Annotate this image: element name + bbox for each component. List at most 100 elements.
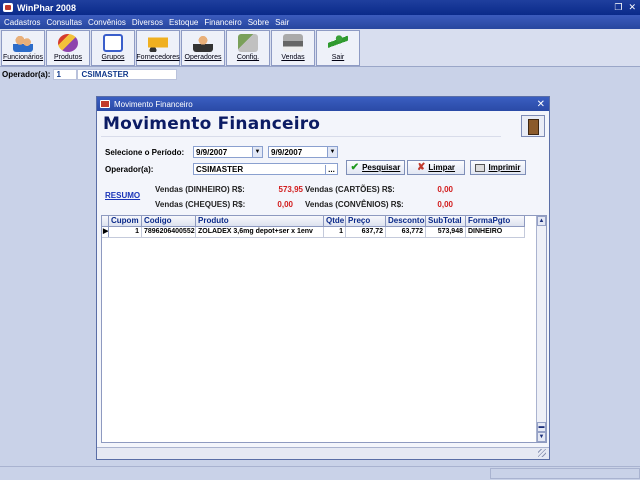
truck-icon [148, 34, 168, 52]
status-panel [490, 468, 640, 479]
search-button-label: Pesquisar [362, 163, 401, 172]
toolbar-fornecedores-button[interactable]: Fornecedores [136, 30, 180, 66]
resumo-link[interactable]: RESUMO [105, 191, 140, 200]
scroll-up-icon[interactable]: ▲ [537, 216, 546, 226]
operator-field[interactable]: CSIMASTER ... [193, 163, 338, 175]
col-codigo[interactable]: Codigo [142, 216, 196, 226]
page-title: Movimento Financeiro [103, 114, 321, 134]
clear-button-label: Limpar [428, 163, 456, 172]
menu-sobre[interactable]: Sobre [248, 18, 269, 27]
exit-door-button[interactable] [521, 115, 545, 137]
cell-codigo: 7896206400552 [144, 227, 196, 237]
col-qtde[interactable]: Qtde [324, 216, 346, 226]
toolbar-label: Operadores [184, 54, 222, 61]
agreement-sales-value: 0,00 [437, 200, 453, 209]
date-to-picker[interactable]: 9/9/2007 ▼ [268, 146, 338, 158]
toolbar-label: Fornecedores [136, 54, 180, 61]
register-icon [283, 34, 303, 52]
chevron-down-icon[interactable]: ▼ [252, 147, 262, 157]
search-button[interactable]: ✔ Pesquisar [346, 160, 405, 175]
check-sales-label: Vendas (CHEQUES) R$: [155, 200, 246, 209]
resize-grip-icon[interactable] [538, 449, 546, 457]
movements-table: Cupom Codigo Produto Qtde Preço Desconto… [101, 215, 547, 443]
cell-cupom: 1 [109, 227, 142, 237]
toolbar-label: Sair [331, 54, 345, 61]
menu-convenios[interactable]: Convênios [88, 18, 126, 27]
toolbar-label: Grupos [101, 54, 125, 61]
col-preco[interactable]: Preço [346, 216, 386, 226]
toolbar-sair-button[interactable]: Sair [316, 30, 360, 66]
date-from-value: 9/9/2007 [196, 147, 228, 157]
cell-subtotal: 573,948 [426, 227, 466, 237]
table-header: Cupom Codigo Produto Qtde Preço Desconto… [102, 216, 525, 227]
toolbar-label: Produtos [53, 54, 83, 61]
operator-field-value: CSIMASTER [196, 164, 244, 174]
toolbar-label: Config. [236, 54, 260, 61]
card-sales-value: 0,00 [437, 185, 453, 194]
close-icon[interactable]: ✕ [537, 99, 545, 110]
toolbar-vendas-button[interactable]: Vendas [271, 30, 315, 66]
operator-field-label: Operador(a): [105, 165, 154, 174]
agreement-sales-label: Vendas (CONVÊNIOS) R$: [305, 200, 404, 209]
menu-sair[interactable]: Sair [275, 18, 289, 27]
clear-button[interactable]: ✘ Limpar [407, 160, 465, 175]
table-row[interactable]: ▶ 1 7896206400552 ZOLADEX 3,6mg depot+se… [102, 227, 525, 238]
scroll-down-icon[interactable]: ▼ [537, 432, 546, 442]
col-subtotal[interactable]: SubTotal [426, 216, 466, 226]
cell-produto: ZOLADEX 3,6mg depot+ser x 1env [196, 227, 324, 237]
col-produto[interactable]: Produto [196, 216, 324, 226]
browse-operator-button[interactable]: ... [325, 164, 337, 174]
scroll-thumb[interactable]: ▬ [537, 422, 546, 432]
app-title: WinPhar 2008 [17, 2, 76, 13]
app-status-bar [0, 466, 640, 480]
check-icon: ✔ [350, 162, 360, 173]
row-pointer-icon: ▶ [103, 227, 109, 237]
dialog-title-bar: Movimento Financeiro ✕ [97, 97, 549, 111]
toolbar-label: Funcionários [2, 54, 44, 61]
config-icon [238, 34, 258, 52]
restore-icon[interactable]: ❐ [614, 2, 622, 13]
cell-preco: 637,72 [346, 227, 386, 237]
cash-sales-label: Vendas (DINHEIRO) R$: [155, 185, 245, 194]
col-desconto[interactable]: Desconto [386, 216, 426, 226]
window-icon [103, 34, 123, 52]
divider [101, 136, 501, 137]
close-icon[interactable]: ✕ [628, 2, 636, 13]
menu-consultas[interactable]: Consultas [46, 18, 82, 27]
cell-formapgto: DINHEIRO [466, 227, 525, 237]
date-from-picker[interactable]: 9/9/2007 ▼ [193, 146, 263, 158]
dialog-title: Movimento Financeiro [114, 99, 193, 109]
operator-bar: Operador(a): 1 CSIMASTER [2, 69, 178, 80]
toolbar-funcionarios-button[interactable]: Funcionários [1, 30, 45, 66]
date-to-value: 9/9/2007 [271, 147, 303, 157]
app-icon [3, 3, 13, 12]
menu-estoque[interactable]: Estoque [169, 18, 198, 27]
pills-icon [58, 34, 78, 52]
toolbar-produtos-button[interactable]: Produtos [46, 30, 90, 66]
dialog-icon [100, 100, 110, 108]
chevron-down-icon[interactable]: ▼ [327, 147, 337, 157]
menu-financeiro[interactable]: Financeiro [204, 18, 241, 27]
print-button[interactable]: Imprimir [470, 160, 526, 175]
toolbar-label: Vendas [281, 54, 305, 61]
col-formapgto[interactable]: FormaPgto [466, 216, 525, 226]
main-toolbar: Funcionários Produtos Grupos Fornecedore… [0, 29, 640, 67]
row-indicator-header [102, 216, 109, 226]
app-title-bar: WinPhar 2008 ❐ ✕ [0, 0, 640, 15]
dialog-status-bar [97, 447, 549, 459]
print-button-label: Imprimir [488, 163, 521, 172]
toolbar-config-button[interactable]: Config. [226, 30, 270, 66]
menu-cadastros[interactable]: Cadastros [4, 18, 40, 27]
printer-icon [475, 163, 486, 172]
operator-icon [193, 34, 213, 52]
people-icon [13, 34, 33, 52]
toolbar-grupos-button[interactable]: Grupos [91, 30, 135, 66]
toolbar-operadores-button[interactable]: Operadores [181, 30, 225, 66]
vertical-scrollbar[interactable]: ▲ ▬ ▼ [536, 216, 546, 442]
period-label: Selecione o Período: [105, 148, 185, 157]
cash-sales-value: 573,95 [278, 185, 303, 194]
operator-id: 1 [53, 69, 78, 80]
menu-diversos[interactable]: Diversos [132, 18, 163, 27]
col-cupom[interactable]: Cupom [109, 216, 142, 226]
operator-name: CSIMASTER [77, 69, 178, 80]
